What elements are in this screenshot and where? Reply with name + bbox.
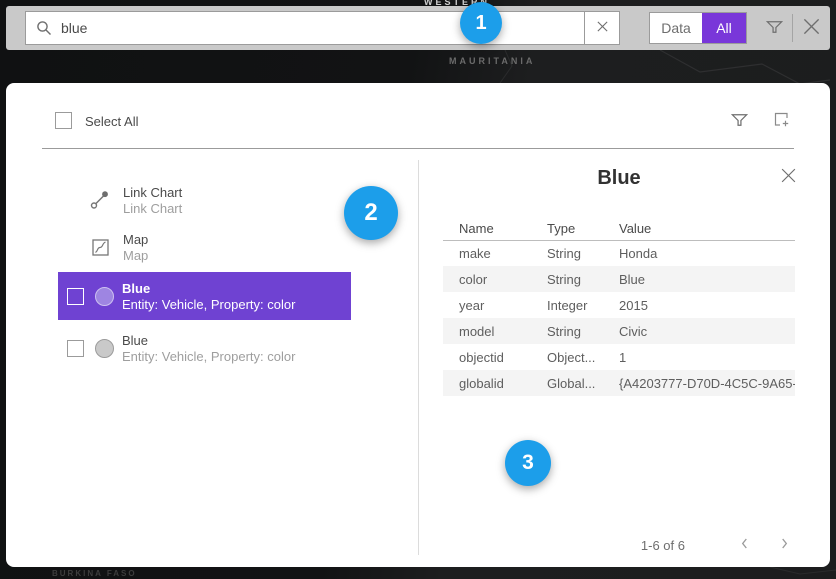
cell-value: 1 — [603, 344, 795, 370]
result-subtitle: Map — [123, 248, 148, 263]
map-icon — [85, 239, 115, 256]
add-selection-icon — [772, 110, 792, 133]
cell-value: {A4203777-D70D-4C5C-9A65-C... — [603, 370, 795, 396]
search-input[interactable] — [61, 12, 584, 44]
pagination: 1-6 of 6 — [443, 534, 795, 556]
pagination-label: 1-6 of 6 — [641, 538, 685, 553]
table-header-row: Name Type Value — [443, 217, 795, 240]
detail-close-button[interactable] — [777, 166, 799, 188]
result-item-text: Link Chart Link Chart — [123, 184, 182, 216]
select-all-checkbox[interactable] — [55, 112, 72, 129]
result-subtitle: Entity: Vehicle, Property: color — [122, 297, 295, 312]
result-subtitle: Entity: Vehicle, Property: color — [122, 349, 295, 364]
result-item-text: Blue Entity: Vehicle, Property: color — [122, 280, 295, 312]
results-panel: Select All — [6, 83, 830, 567]
scope-toggle: Data All — [649, 12, 747, 44]
search-clear-button[interactable] — [584, 12, 619, 44]
cell-type: Object... — [531, 344, 603, 370]
cell-name: year — [443, 292, 531, 318]
result-title: Link Chart — [123, 184, 182, 201]
close-icon — [780, 167, 797, 187]
search-toolbar: Data All — [6, 6, 830, 50]
table-row: color String Blue — [443, 266, 795, 292]
chevron-left-icon — [740, 537, 749, 553]
annotation-badge-1: 1 — [460, 2, 502, 44]
column-header-name: Name — [443, 217, 531, 240]
cell-type: String — [531, 240, 603, 266]
entity-circle-icon — [95, 339, 114, 358]
result-item-blue-selected[interactable]: Blue Entity: Vehicle, Property: color — [58, 272, 351, 320]
scope-option-all[interactable]: All — [702, 13, 746, 43]
column-header-value: Value — [603, 217, 795, 240]
cell-name: model — [443, 318, 531, 344]
annotation-badge-2: 2 — [344, 186, 398, 240]
result-item-blue[interactable]: Blue Entity: Vehicle, Property: color — [58, 324, 351, 372]
table-row: model String Civic — [443, 318, 795, 344]
annotation-badge-3: 3 — [505, 440, 551, 486]
cell-value: 2015 — [603, 292, 795, 318]
result-item-map[interactable]: Map Map — [58, 223, 351, 271]
table-row: make String Honda — [443, 240, 795, 266]
column-header-type: Type — [531, 217, 603, 240]
header-divider — [42, 148, 794, 149]
cell-type: String — [531, 266, 603, 292]
table-row: year Integer 2015 — [443, 292, 795, 318]
cell-value: Civic — [603, 318, 795, 344]
link-chart-icon — [85, 189, 115, 211]
cell-name: globalid — [443, 370, 531, 396]
clear-x-icon — [596, 20, 609, 36]
cell-name: color — [443, 266, 531, 292]
cell-name: objectid — [443, 344, 531, 370]
search-icon — [35, 19, 53, 37]
cell-type: Global... — [531, 370, 603, 396]
funnel-icon — [765, 17, 784, 39]
list-detail-divider — [418, 160, 419, 555]
entity-circle-icon — [95, 287, 114, 306]
chevron-right-icon — [780, 537, 789, 553]
next-page-button[interactable] — [773, 534, 795, 556]
result-title: Blue — [122, 332, 295, 349]
result-checkbox[interactable] — [67, 340, 84, 357]
result-title: Blue — [122, 280, 295, 297]
cell-name: make — [443, 240, 531, 266]
panel-filter-button[interactable] — [728, 110, 750, 132]
result-title: Map — [123, 231, 148, 248]
cell-type: Integer — [531, 292, 603, 318]
result-checkbox[interactable] — [67, 288, 84, 305]
cell-value: Blue — [603, 266, 795, 292]
detail-title: Blue — [443, 167, 795, 190]
search-box — [25, 11, 620, 45]
cell-value: Honda — [603, 240, 795, 266]
toolbar-close-button[interactable] — [798, 12, 824, 44]
close-icon — [802, 17, 821, 39]
funnel-icon — [730, 110, 749, 132]
previous-page-button[interactable] — [733, 534, 755, 556]
cell-type: String — [531, 318, 603, 344]
toolbar-separator — [792, 14, 793, 42]
result-item-text: Map Map — [123, 231, 148, 263]
add-to-selection-button[interactable] — [771, 110, 793, 132]
result-item-link-chart[interactable]: Link Chart Link Chart — [58, 176, 351, 224]
table-row: globalid Global... {A4203777-D70D-4C5C-9… — [443, 370, 795, 396]
select-all-label: Select All — [85, 114, 138, 129]
table-row: objectid Object... 1 — [443, 344, 795, 370]
scope-option-data[interactable]: Data — [650, 13, 702, 43]
toolbar-filter-button[interactable] — [761, 12, 787, 44]
result-item-text: Blue Entity: Vehicle, Property: color — [122, 332, 295, 364]
result-subtitle: Link Chart — [123, 201, 182, 216]
screen: WESTERN MAURITANIA BURKINA FASO Data All — [0, 0, 836, 579]
property-table: Name Type Value make String Honda color … — [443, 217, 795, 396]
